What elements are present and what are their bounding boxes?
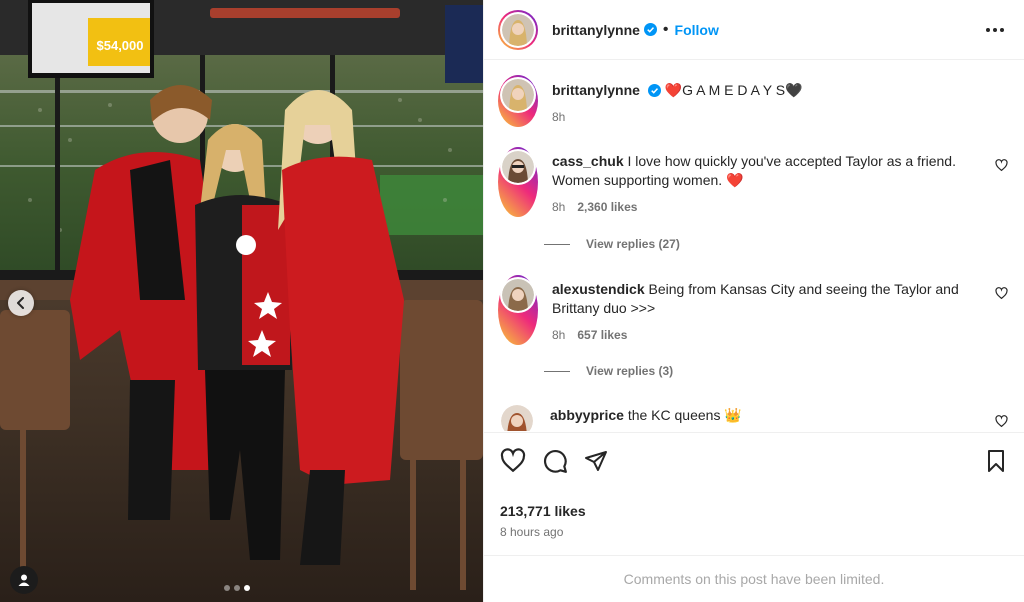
more-options-button[interactable] xyxy=(980,22,1010,38)
avatar-image xyxy=(502,151,534,183)
view-replies-button[interactable]: View replies (3) xyxy=(544,364,673,378)
author-avatar-ring[interactable] xyxy=(498,9,538,50)
avatar-image xyxy=(502,79,534,111)
carousel-indicator xyxy=(224,585,250,591)
comments-limited-notice: Comments on this post have been limited. xyxy=(484,555,1024,602)
verified-badge-icon xyxy=(643,23,657,36)
author-avatar[interactable] xyxy=(502,13,534,46)
caption-row: brittanylynne ❤️G A M E D A Y S🖤 8h xyxy=(498,75,1008,127)
post-details-panel: brittanylynne • Follow brittanylynne ❤️G… xyxy=(483,0,1024,602)
comment-username[interactable]: cass_chuk xyxy=(552,153,624,169)
comment-likes[interactable]: 657 likes xyxy=(577,326,627,345)
view-replies-button[interactable]: View replies (27) xyxy=(544,237,680,251)
avatar-image xyxy=(502,13,534,46)
more-icon-dot xyxy=(1000,27,1004,32)
photo-scene: $54,000 xyxy=(0,0,483,602)
carousel-dot xyxy=(234,585,240,591)
comment-row: abbyyprice the KC queens 👑 xyxy=(498,403,1008,431)
heart-icon[interactable] xyxy=(500,448,526,474)
likes-count[interactable]: 213,771 likes xyxy=(500,503,1008,519)
view-replies-label: View replies (27) xyxy=(586,237,680,251)
avatar-image xyxy=(501,405,533,431)
chevron-left-icon xyxy=(17,297,24,309)
follow-button[interactable]: Follow xyxy=(675,22,719,38)
separator-dot: • xyxy=(662,20,669,38)
commenter-avatar[interactable] xyxy=(502,279,534,311)
comment-time: 8h xyxy=(552,328,566,342)
comment-username[interactable]: abbyyprice xyxy=(550,407,624,423)
comment-time: 8h xyxy=(552,200,566,214)
comment-username[interactable]: alexustendick xyxy=(552,281,645,297)
caption-text: ❤️G A M E D A Y S🖤 xyxy=(664,82,803,98)
view-replies-label: View replies (3) xyxy=(586,364,674,378)
carousel-dot-active xyxy=(244,585,250,591)
comment-icon[interactable] xyxy=(542,448,568,474)
verified-badge-icon xyxy=(647,84,661,97)
tagged-users-button[interactable] xyxy=(10,566,38,594)
heart-icon[interactable] xyxy=(995,159,1008,172)
heart-icon[interactable] xyxy=(995,287,1008,300)
more-icon-dot xyxy=(993,27,997,32)
comments-list: brittanylynne ❤️G A M E D A Y S🖤 8h cass… xyxy=(484,61,1024,431)
send-icon[interactable] xyxy=(584,449,608,473)
more-icon-dot xyxy=(986,27,990,32)
post-timestamp: 8 hours ago xyxy=(500,525,564,539)
avatar-image xyxy=(502,279,534,311)
comment-likes[interactable]: 2,360 likes xyxy=(577,198,637,217)
heart-icon[interactable] xyxy=(995,415,1008,428)
post-actions: 213,771 likes 8 hours ago xyxy=(484,432,1024,539)
scoreboard-amount: $54,000 xyxy=(97,38,144,53)
bookmark-icon[interactable] xyxy=(984,449,1008,473)
author-username[interactable]: brittanylynne xyxy=(552,22,640,38)
carousel-dot xyxy=(224,585,230,591)
post-header: brittanylynne • Follow xyxy=(484,0,1024,60)
commenter-avatar[interactable] xyxy=(502,151,534,183)
replies-line xyxy=(544,370,570,372)
caption-time: 8h xyxy=(552,110,566,124)
user-tag-icon xyxy=(18,574,30,586)
post-photo: $54,000 xyxy=(0,0,483,602)
commenter-avatar[interactable] xyxy=(501,405,533,431)
replies-line xyxy=(544,243,570,245)
caption-username[interactable]: brittanylynne xyxy=(552,82,640,98)
previous-slide-button[interactable] xyxy=(8,290,34,316)
comment-row: cass_chuk I love how quickly you've acce… xyxy=(498,147,1008,217)
comment-text: the KC queens 👑 xyxy=(627,407,742,423)
author-avatar[interactable] xyxy=(502,79,534,111)
comment-row: alexustendick Being from Kansas City and… xyxy=(498,275,1008,345)
post-modal: $54,000 brittanylynne • Follow brittanyl… xyxy=(0,0,1024,602)
